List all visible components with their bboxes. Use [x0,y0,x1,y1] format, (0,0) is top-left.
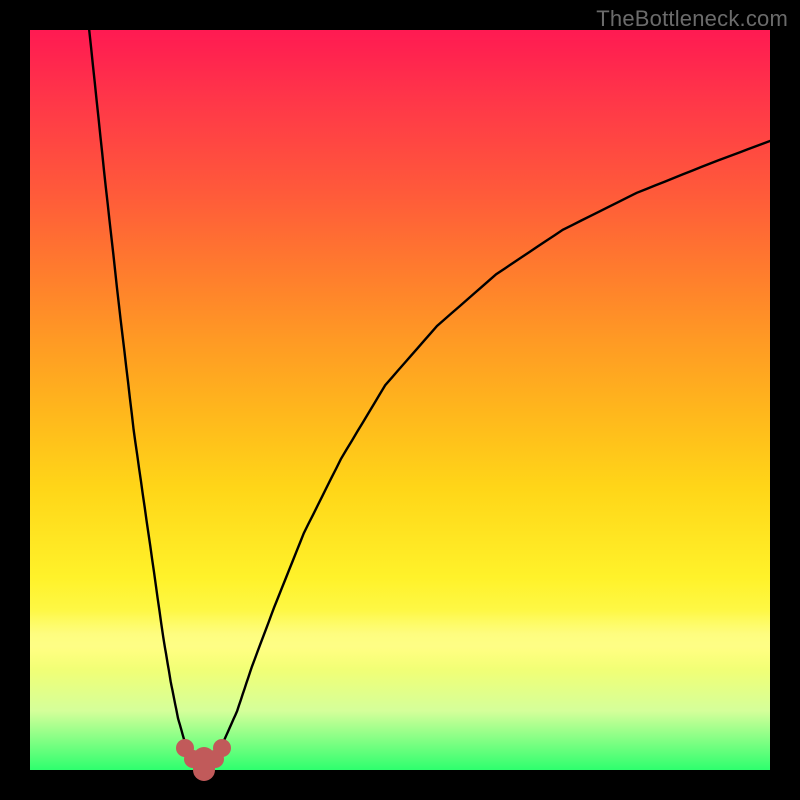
highlight-band [30,610,770,670]
curve-left-branch [89,30,193,759]
optimal-marker [213,739,231,757]
bottleneck-curve [30,30,770,770]
watermark-text: TheBottleneck.com [596,6,788,32]
chart-area [30,30,770,770]
curve-right-branch [215,141,770,759]
